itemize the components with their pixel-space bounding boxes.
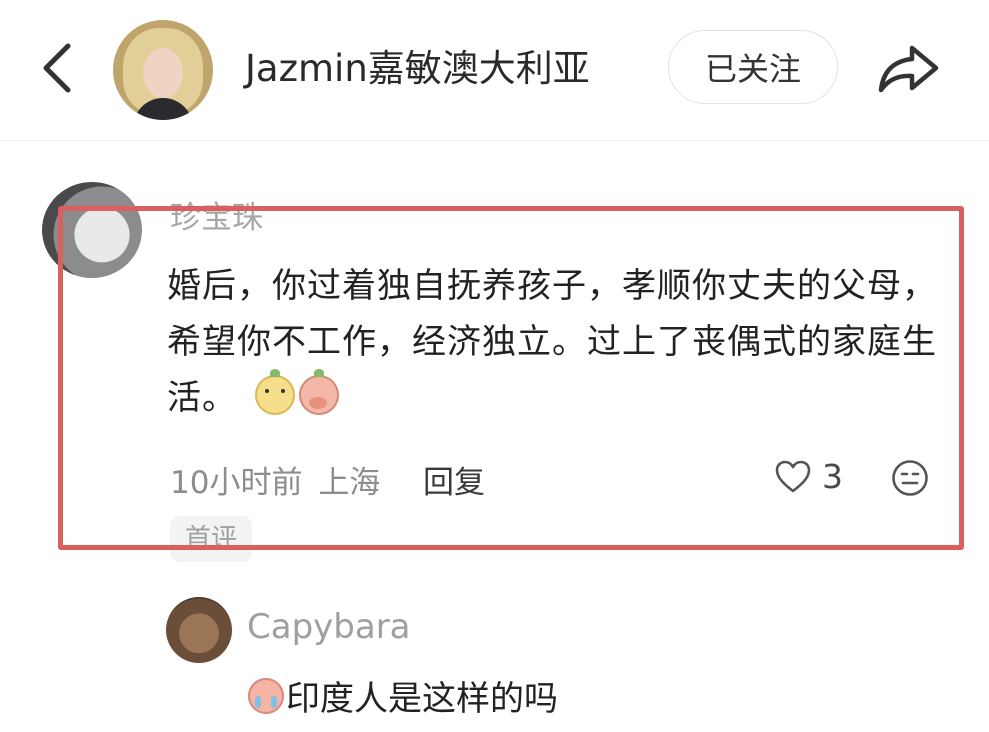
crying-face-emoji [248,678,284,714]
comment-text: 婚后，你过着独自抚养孩子，孝顺你丈夫的父母，希望你不工作，经济独立。过上了丧偶式… [167,258,947,426]
yellow-face-emoji [255,369,295,415]
comment-meta: 10小时前 上海 [170,457,380,502]
heart-icon[interactable] [775,460,811,494]
like-count: 3 [822,457,843,496]
reply-body: 印度人是这样的吗 [286,679,558,719]
first-comment-badge: 首评 [170,516,253,562]
account-name[interactable]: Jazmin嘉敏澳大利亚 [245,44,590,94]
comment-author[interactable]: 珍宝珠 [170,192,263,237]
comment-avatar[interactable] [42,182,142,278]
meh-face-icon[interactable] [891,459,929,497]
follow-button[interactable]: 已关注 [668,30,838,104]
avatar[interactable] [113,20,213,120]
reply-text: 印度人是这样的吗 [248,674,558,724]
comment-time: 10小时前 [170,465,303,501]
pink-covering-mouth-emoji [299,369,339,415]
reply-avatar[interactable] [166,597,232,663]
top-bar: Jazmin嘉敏澳大利亚 已关注 [0,0,989,140]
reply-button[interactable]: 回复 [423,457,485,502]
reply-author[interactable]: Capybara [247,607,411,647]
chevron-left-icon[interactable] [38,40,78,96]
comment-location: 上海 [318,465,381,501]
header-divider [0,140,989,141]
share-arrow-icon[interactable] [876,42,942,94]
